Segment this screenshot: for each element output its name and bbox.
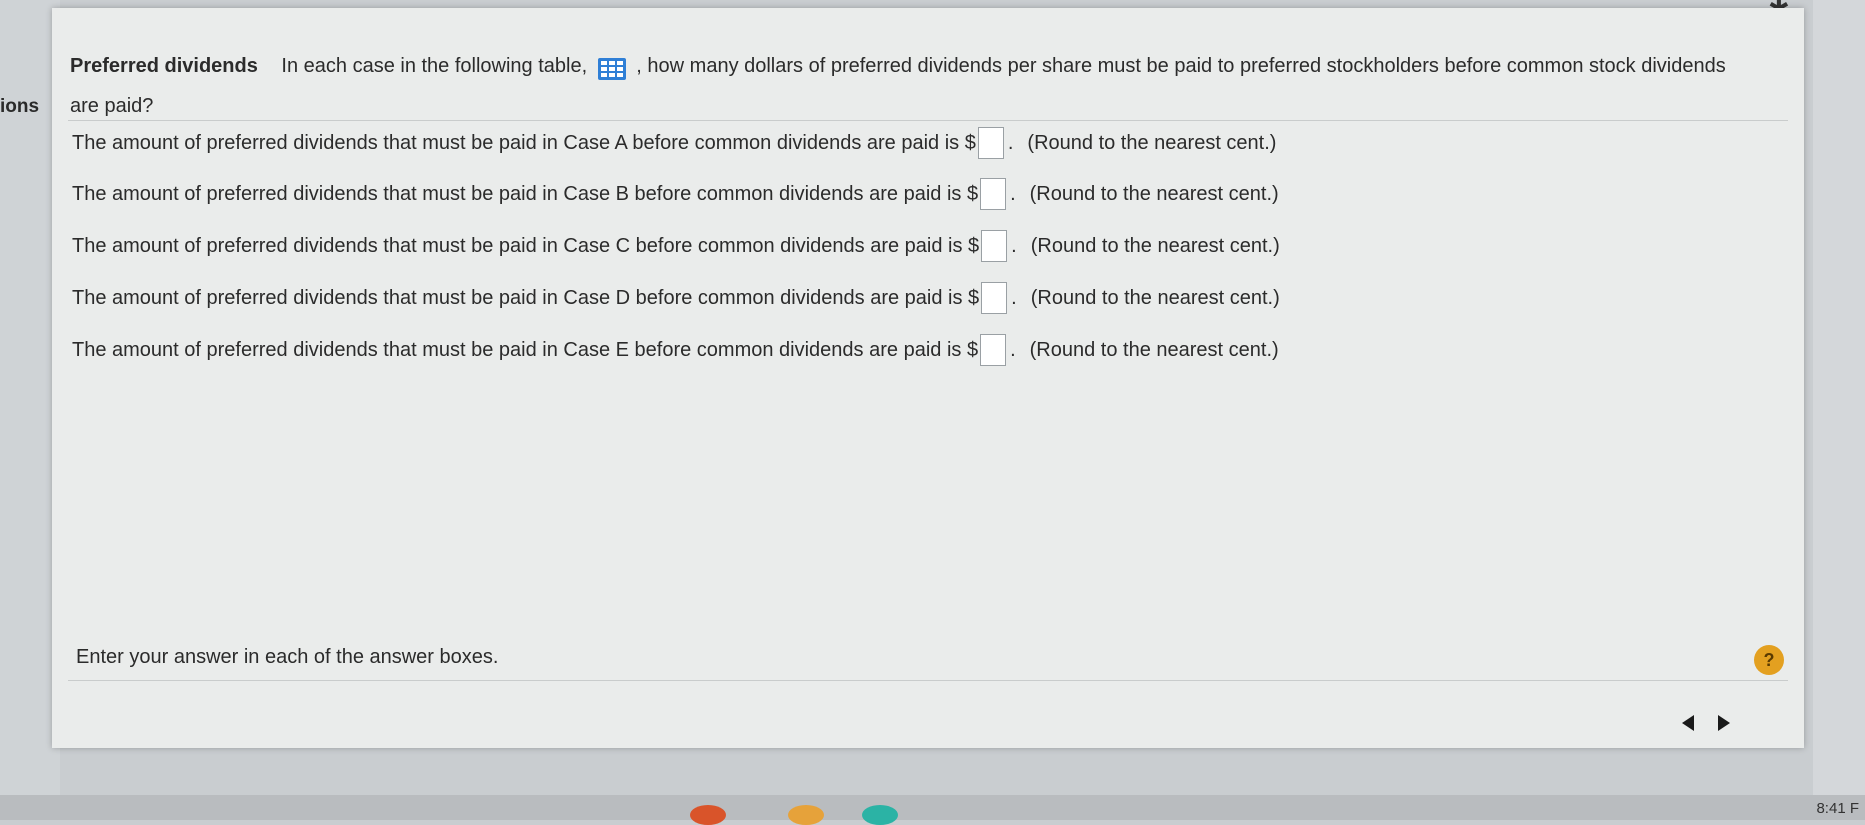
answer-prefix: The amount of preferred dividends that m…: [72, 286, 980, 309]
answer-input-case-d[interactable]: [981, 282, 1008, 314]
right-sidebar-strip: [1813, 0, 1865, 795]
answer-input-case-c[interactable]: [981, 230, 1008, 262]
instruction-text: Enter your answer in each of the answer …: [76, 646, 499, 668]
answer-prefix: The amount of preferred dividends that m…: [72, 182, 979, 205]
answer-suffix: .: [1011, 234, 1017, 257]
answer-input-case-b[interactable]: [980, 178, 1007, 210]
answer-input-case-e[interactable]: [980, 334, 1007, 366]
taskbar-clock: 8:41 F: [1816, 800, 1859, 817]
taskbar: [0, 795, 1865, 825]
next-button[interactable]: [1712, 712, 1734, 734]
answer-row-case-c: The amount of preferred dividends that m…: [72, 226, 1280, 266]
answer-row-case-b: The amount of preferred dividends that m…: [72, 174, 1279, 214]
answer-hint: (Round to the nearest cent.): [1027, 131, 1277, 154]
taskbar-app-icon[interactable]: [788, 805, 824, 825]
answer-suffix: .: [1010, 182, 1016, 205]
help-button[interactable]: ?: [1754, 645, 1784, 675]
answer-row-case-a: The amount of preferred dividends that m…: [72, 123, 1276, 163]
taskbar-app-icon[interactable]: [862, 805, 898, 825]
divider-top: [68, 120, 1788, 121]
previous-button[interactable]: [1678, 712, 1700, 734]
answer-input-case-a[interactable]: [977, 127, 1004, 159]
triangle-left-icon: [1682, 715, 1694, 731]
answer-hint: (Round to the nearest cent.): [1029, 338, 1279, 361]
answer-suffix: .: [1007, 131, 1014, 154]
answer-row-case-e: The amount of preferred dividends that m…: [72, 330, 1279, 370]
sidebar-label: ions: [0, 96, 40, 117]
question-text-part1: In each case in the following table,: [281, 55, 588, 77]
answer-prefix: The amount of preferred dividends that m…: [72, 131, 976, 154]
answer-prefix: The amount of preferred dividends that m…: [72, 234, 980, 257]
table-icon[interactable]: [597, 55, 627, 80]
question-topic: Preferred dividends: [70, 55, 258, 77]
divider-bottom: [68, 680, 1788, 681]
answer-suffix: .: [1011, 286, 1017, 309]
left-sidebar-strip: [0, 0, 60, 795]
answer-prefix: The amount of preferred dividends that m…: [72, 338, 979, 361]
taskbar-app-icon[interactable]: [690, 805, 726, 825]
answer-hint: (Round to the nearest cent.): [1030, 286, 1280, 309]
triangle-right-icon: [1718, 715, 1730, 731]
question-text: Preferred dividends In each case in the …: [70, 46, 1750, 126]
answer-hint: (Round to the nearest cent.): [1030, 234, 1280, 257]
answer-row-case-d: The amount of preferred dividends that m…: [72, 278, 1280, 318]
question-panel: Preferred dividends In each case in the …: [52, 8, 1804, 748]
answer-suffix: .: [1010, 338, 1016, 361]
answer-hint: (Round to the nearest cent.): [1029, 182, 1279, 205]
